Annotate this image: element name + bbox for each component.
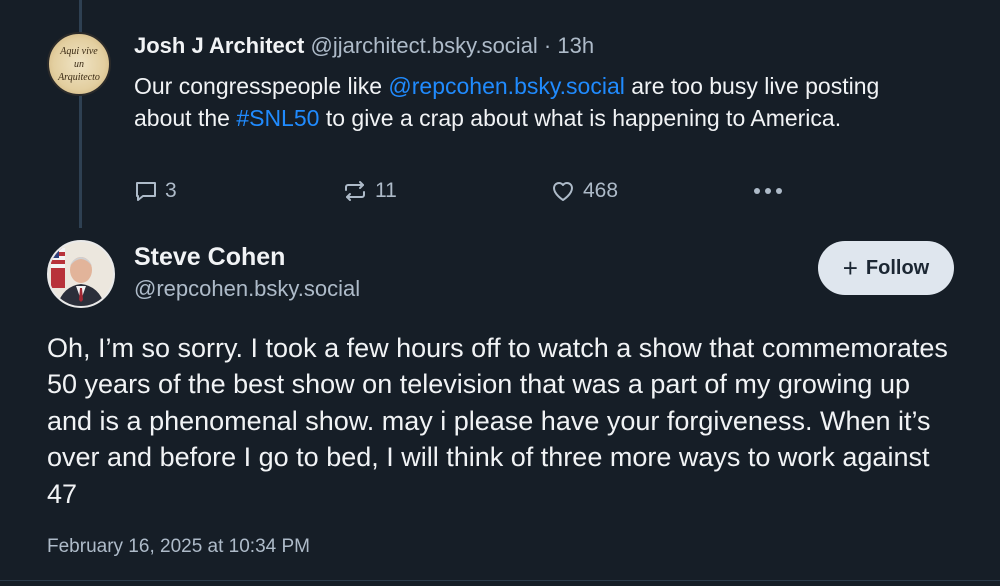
follow-label: Follow <box>865 256 930 279</box>
like-count: 468 <box>583 179 619 202</box>
parent-post-text: Our congresspeople like @repcohen.bsky.s… <box>134 70 934 134</box>
author-name[interactable]: Josh J Architect <box>134 33 304 58</box>
text-segment: Our congresspeople like <box>134 73 389 99</box>
heart-icon <box>553 182 573 201</box>
plus-icon: + <box>842 253 858 283</box>
follow-button[interactable]: + Follow <box>818 241 954 295</box>
post-timestamp: February 16, 2025 at 10:34 PM <box>47 536 310 557</box>
hashtag-link[interactable]: #SNL50 <box>236 105 319 131</box>
author-handle[interactable]: @repcohen.bsky.social <box>134 276 360 302</box>
divider <box>0 580 1000 581</box>
parent-author-line: Josh J Architect @jjarchitect.bsky.socia… <box>134 30 594 62</box>
avatar-line-1: Aqui vive <box>59 46 98 57</box>
avatar-portrait-image <box>49 242 113 306</box>
repost-count: 11 <box>375 179 397 202</box>
repost-icon <box>345 181 365 201</box>
mention-link[interactable]: @repcohen.bsky.social <box>388 73 624 99</box>
main-post-text: Oh, I’m so sorry. I took a few hours off… <box>47 333 948 509</box>
post-actions: 3 11 468 <box>134 174 794 208</box>
like-button[interactable]: 468 <box>550 174 618 208</box>
author-handle-time[interactable]: @jjarchitect.bsky.social · 13h <box>310 33 594 58</box>
avatar[interactable] <box>47 240 115 308</box>
repost-button[interactable]: 11 <box>342 174 397 208</box>
post-thread-view: Aqui vive un Arquitecto Josh J Architect… <box>0 0 1000 586</box>
reply-icon <box>136 182 156 201</box>
reply-button[interactable]: 3 <box>134 174 177 208</box>
avatar-line-3: Arquitecto <box>57 72 100 83</box>
avatar-line-2: un <box>74 59 84 70</box>
avatar-sign-image: Aqui vive un Arquitecto <box>57 46 100 83</box>
more-dots-icon <box>754 188 782 194</box>
text-segment: to give a crap about what is happening t… <box>319 105 842 131</box>
reply-count: 3 <box>165 179 177 202</box>
more-options-button[interactable] <box>752 174 791 208</box>
avatar[interactable]: Aqui vive un Arquitecto <box>47 32 111 96</box>
author-name[interactable]: Steve Cohen <box>134 243 285 272</box>
